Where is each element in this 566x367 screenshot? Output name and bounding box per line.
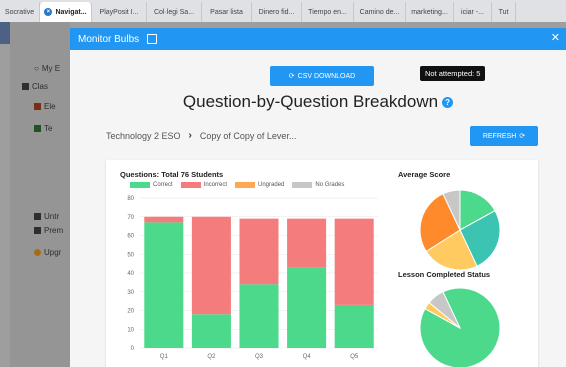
browser-tab-label: marketing... xyxy=(411,8,448,16)
y-tick-label: 10 xyxy=(127,327,134,333)
y-tick-label: 60 xyxy=(127,234,134,240)
browser-tab-strip: Socrative × Navigat... PlayPosit I... Col·le… xyxy=(0,0,566,22)
completed-status-pie[interactable] xyxy=(410,278,510,367)
y-tick-label: 50 xyxy=(127,252,134,258)
bar-incorrect xyxy=(334,218,374,305)
browser-tab-label: Pasar lista xyxy=(210,8,243,16)
browser-tab[interactable]: Dinero fid... xyxy=(252,2,302,22)
modal-header: Monitor Bulbs ✕ xyxy=(70,28,566,50)
browser-tab-label: Dinero fid... xyxy=(258,8,295,16)
question-bar-chart: 0 10 20 30 40 50 60 70 80 Q1 Q2 Q3 Q4 Q5 xyxy=(127,196,378,360)
y-tick-label: 20 xyxy=(127,309,134,315)
page-title: Question-by-Question Breakdown? xyxy=(70,92,566,112)
y-tick-label: 0 xyxy=(131,346,135,352)
browser-tab[interactable]: Camino de... xyxy=(354,2,406,22)
browser-tab[interactable]: marketing... xyxy=(406,2,454,22)
close-icon[interactable]: ✕ xyxy=(551,33,560,44)
csv-download-button[interactable]: ⟳ CSV DOWNLOAD xyxy=(270,66,374,86)
average-score-pie[interactable] xyxy=(410,178,510,278)
results-card: Questions: Total 76 Students Correct Inco… xyxy=(106,160,538,367)
breadcrumb: Technology 2 ESO › Copy of Copy of Lever… xyxy=(106,130,296,141)
browser-tab[interactable]: Col·legi Sa... xyxy=(147,2,202,22)
browser-tab[interactable]: PlayPosit I... xyxy=(92,2,147,22)
breadcrumb-lesson[interactable]: Copy of Copy of Lever... xyxy=(200,131,297,141)
browser-tab[interactable]: Socrative xyxy=(0,2,40,22)
monitor-modal: Monitor Bulbs ✕ ⟳ CSV DOWNLOAD Question-… xyxy=(70,28,566,367)
x-tick-label: Q1 xyxy=(160,354,169,360)
close-icon[interactable]: × xyxy=(44,8,53,16)
bar-correct xyxy=(144,222,184,348)
x-tick-label: Q2 xyxy=(207,354,216,360)
browser-tab[interactable]: × Navigat... xyxy=(40,2,92,22)
y-tick-label: 70 xyxy=(127,215,134,221)
browser-tab-label: iciar -... xyxy=(461,8,484,16)
help-icon[interactable]: ? xyxy=(442,97,454,109)
y-tick-label: 80 xyxy=(127,196,134,202)
chart-tooltip: Not attempted: 5 xyxy=(420,66,486,81)
browser-tab-label: Tiempo en... xyxy=(308,8,347,16)
bar-incorrect xyxy=(144,216,184,223)
browser-tab-label: Tut xyxy=(498,8,509,16)
refresh-button[interactable]: REFRESH ⟳ xyxy=(470,126,538,146)
bar-correct xyxy=(239,284,279,348)
x-tick-label: Q4 xyxy=(303,354,312,360)
bar-correct xyxy=(191,314,231,348)
bar-correct xyxy=(287,267,327,348)
browser-tab[interactable]: Tiempo en... xyxy=(302,2,354,22)
bar-incorrect xyxy=(239,218,279,285)
chevron-right-icon: › xyxy=(188,130,192,141)
browser-tab[interactable]: iciar -... xyxy=(454,2,492,22)
browser-tab[interactable]: Tut xyxy=(492,2,516,22)
x-tick-label: Q5 xyxy=(350,354,359,360)
refresh-icon: ⟳ xyxy=(519,133,526,140)
bar-correct xyxy=(334,304,374,348)
browser-tab[interactable]: Pasar lista xyxy=(202,2,252,22)
y-tick-label: 40 xyxy=(127,271,134,277)
y-tick-label: 30 xyxy=(127,290,134,296)
bar-incorrect xyxy=(287,218,327,268)
open-external-icon[interactable] xyxy=(147,34,158,44)
browser-tab-label: Camino de... xyxy=(359,8,400,16)
browser-tab-label: Col·legi Sa... xyxy=(153,8,195,16)
browser-tab-label: Socrative xyxy=(4,8,35,16)
refresh-icon: ⟳ xyxy=(288,73,295,80)
bar-incorrect xyxy=(191,216,231,315)
modal-title: Monitor Bulbs xyxy=(78,33,140,45)
browser-tab-label: Navigat... xyxy=(55,8,87,16)
breadcrumb-course[interactable]: Technology 2 ESO xyxy=(106,131,181,141)
x-tick-label: Q3 xyxy=(255,354,264,360)
browser-tab-label: PlayPosit I... xyxy=(99,8,139,16)
